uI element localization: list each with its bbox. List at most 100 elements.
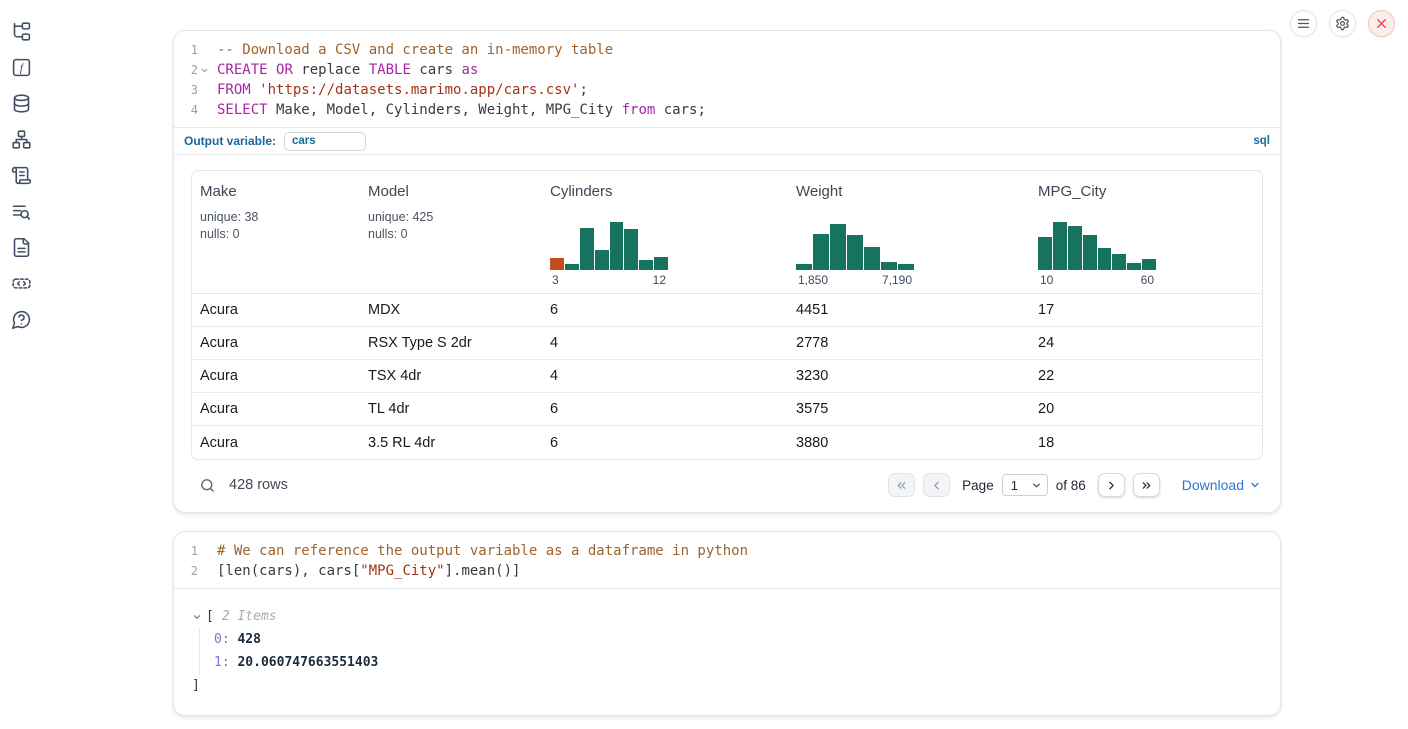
histogram-bar bbox=[610, 222, 624, 270]
page-select[interactable]: 1 bbox=[1002, 474, 1048, 496]
python-code-editor[interactable]: 1 # We can reference the output variable … bbox=[174, 532, 1280, 588]
column-header-mpg_city[interactable]: MPG_City1060 bbox=[1030, 183, 1262, 293]
tree-children: 0: 428 1: 20.060747663551403 bbox=[199, 628, 1262, 674]
column-header-model[interactable]: Modelunique: 425nulls: 0 bbox=[360, 183, 542, 293]
table-row[interactable]: AcuraTSX 4dr4323022 bbox=[192, 360, 1262, 393]
tree-open-bracket: [ bbox=[206, 605, 214, 628]
documentation-icon[interactable] bbox=[10, 236, 32, 258]
table-cell: Acura bbox=[192, 335, 360, 351]
histogram-bar bbox=[1112, 254, 1126, 270]
histogram-bar bbox=[881, 262, 897, 270]
line-number: 2 bbox=[174, 60, 198, 80]
datasources-icon[interactable] bbox=[10, 92, 32, 114]
language-badge: sql bbox=[1253, 135, 1270, 147]
sql-output-area: Makeunique: 38nulls: 0Modelunique: 425nu… bbox=[174, 155, 1280, 512]
code-text: # We can reference the output variable a… bbox=[210, 541, 748, 561]
code-text: FROM 'https://datasets.marimo.app/cars.c… bbox=[210, 80, 588, 100]
table-cell: 20 bbox=[1030, 401, 1262, 417]
code-line: 2CREATE OR replace TABLE cars as bbox=[174, 60, 1280, 80]
column-name: MPG_City bbox=[1038, 183, 1262, 200]
python-output: [ 2 Items 0: 4281: 20.060747663551403 ] bbox=[174, 589, 1280, 715]
column-histogram: 1,850 7,190 bbox=[796, 220, 914, 287]
menu-icon[interactable] bbox=[1290, 10, 1317, 37]
first-page-button[interactable] bbox=[888, 473, 915, 497]
tree-collapse-icon[interactable] bbox=[192, 612, 202, 622]
tree-entry-key: 0: bbox=[214, 632, 237, 647]
column-header-cylinders[interactable]: Cylinders 3 12 bbox=[542, 183, 788, 293]
chevron-down-icon bbox=[1249, 479, 1261, 491]
fold-spacer bbox=[198, 40, 210, 60]
table-row[interactable]: AcuraMDX6445117 bbox=[192, 294, 1262, 327]
python-cell: 1 # We can reference the output variable … bbox=[173, 531, 1281, 716]
settings-gear-icon[interactable] bbox=[1329, 10, 1356, 37]
tree-entry-value: 20.060747663551403 bbox=[237, 655, 378, 670]
code-text: -- Download a CSV and create an in-memor… bbox=[210, 40, 613, 60]
code-line: 4SELECT Make, Model, Cylinders, Weight, … bbox=[174, 100, 1280, 120]
logs-icon[interactable] bbox=[10, 200, 32, 222]
table-body: AcuraMDX6445117AcuraRSX Type S 2dr427782… bbox=[192, 294, 1262, 459]
nulls-count: nulls: 0 bbox=[368, 226, 542, 243]
column-header-make[interactable]: Makeunique: 38nulls: 0 bbox=[192, 183, 360, 293]
search-icon[interactable] bbox=[199, 477, 216, 494]
table-row[interactable]: Acura3.5 RL 4dr6388018 bbox=[192, 426, 1262, 459]
histogram-bar bbox=[550, 258, 564, 270]
histogram-max-label: 7,190 bbox=[882, 273, 912, 287]
column-header-weight[interactable]: Weight1,8507,190 bbox=[788, 183, 1030, 293]
histogram-min-label: 3 bbox=[552, 273, 559, 287]
table-row[interactable]: AcuraTL 4dr6357520 bbox=[192, 393, 1262, 426]
table-cell: 6 bbox=[542, 435, 788, 451]
tree-entry-key: 1: bbox=[214, 655, 237, 670]
line-number: 2 bbox=[174, 561, 198, 581]
table-cell: 2778 bbox=[788, 335, 1030, 351]
line-number: 1 bbox=[174, 40, 198, 60]
fold-chevron-icon[interactable] bbox=[198, 60, 210, 80]
shutdown-close-icon[interactable] bbox=[1368, 10, 1395, 37]
scratchpad-icon[interactable] bbox=[10, 164, 32, 186]
snippets-icon[interactable] bbox=[10, 272, 32, 294]
output-variable-input[interactable] bbox=[284, 132, 366, 151]
table-cell: 3230 bbox=[788, 368, 1030, 384]
table-cell: 6 bbox=[542, 401, 788, 417]
dependency-graph-icon[interactable] bbox=[10, 128, 32, 150]
table-cell: Acura bbox=[192, 368, 360, 384]
fold-spacer bbox=[198, 80, 210, 100]
code-line: 2[len(cars), cars["MPG_City"].mean()] bbox=[174, 561, 1280, 581]
histogram-bar bbox=[654, 257, 668, 270]
histogram-bar bbox=[813, 234, 829, 270]
table-cell: MDX bbox=[360, 302, 542, 318]
topbar-actions bbox=[1290, 10, 1395, 37]
histogram-bar bbox=[580, 228, 594, 270]
tree-entry: 0: 428 bbox=[214, 628, 1262, 651]
histogram-bar bbox=[624, 229, 638, 270]
last-page-button[interactable] bbox=[1133, 473, 1160, 497]
data-table: Makeunique: 38nulls: 0Modelunique: 425nu… bbox=[191, 170, 1263, 460]
histogram-max-label: 12 bbox=[653, 273, 666, 287]
histogram-bar bbox=[1083, 235, 1097, 270]
histogram-bar bbox=[864, 247, 880, 270]
table-cell: 22 bbox=[1030, 368, 1262, 384]
nulls-count: nulls: 0 bbox=[200, 226, 360, 243]
table-cell: 4 bbox=[542, 335, 788, 351]
file-explorer-icon[interactable] bbox=[10, 20, 32, 42]
next-page-button[interactable] bbox=[1098, 473, 1125, 497]
table-row[interactable]: AcuraRSX Type S 2dr4277824 bbox=[192, 327, 1262, 360]
table-footer: 428 rows Page 1 of 86 bbox=[191, 460, 1263, 512]
previous-page-button[interactable] bbox=[923, 473, 950, 497]
help-icon[interactable] bbox=[10, 308, 32, 330]
sql-code-editor[interactable]: 1 -- Download a CSV and create an in-memo… bbox=[174, 31, 1280, 127]
histogram-bar bbox=[1142, 259, 1156, 270]
histogram-min-label: 1,850 bbox=[798, 273, 828, 287]
table-cell: TSX 4dr bbox=[360, 368, 542, 384]
column-name: Cylinders bbox=[550, 183, 788, 200]
table-header: Makeunique: 38nulls: 0Modelunique: 425nu… bbox=[192, 171, 1262, 294]
histogram-bar bbox=[1127, 263, 1141, 270]
histogram-bar bbox=[1098, 248, 1112, 270]
line-number: 4 bbox=[174, 100, 198, 120]
table-cell: Acura bbox=[192, 435, 360, 451]
download-button[interactable]: Download bbox=[1182, 477, 1261, 493]
variables-icon[interactable]: f bbox=[10, 56, 32, 78]
sql-cell: 1 -- Download a CSV and create an in-memo… bbox=[173, 30, 1281, 513]
fold-spacer bbox=[198, 100, 210, 120]
line-number: 1 bbox=[174, 541, 198, 561]
histogram-bar bbox=[595, 250, 609, 270]
